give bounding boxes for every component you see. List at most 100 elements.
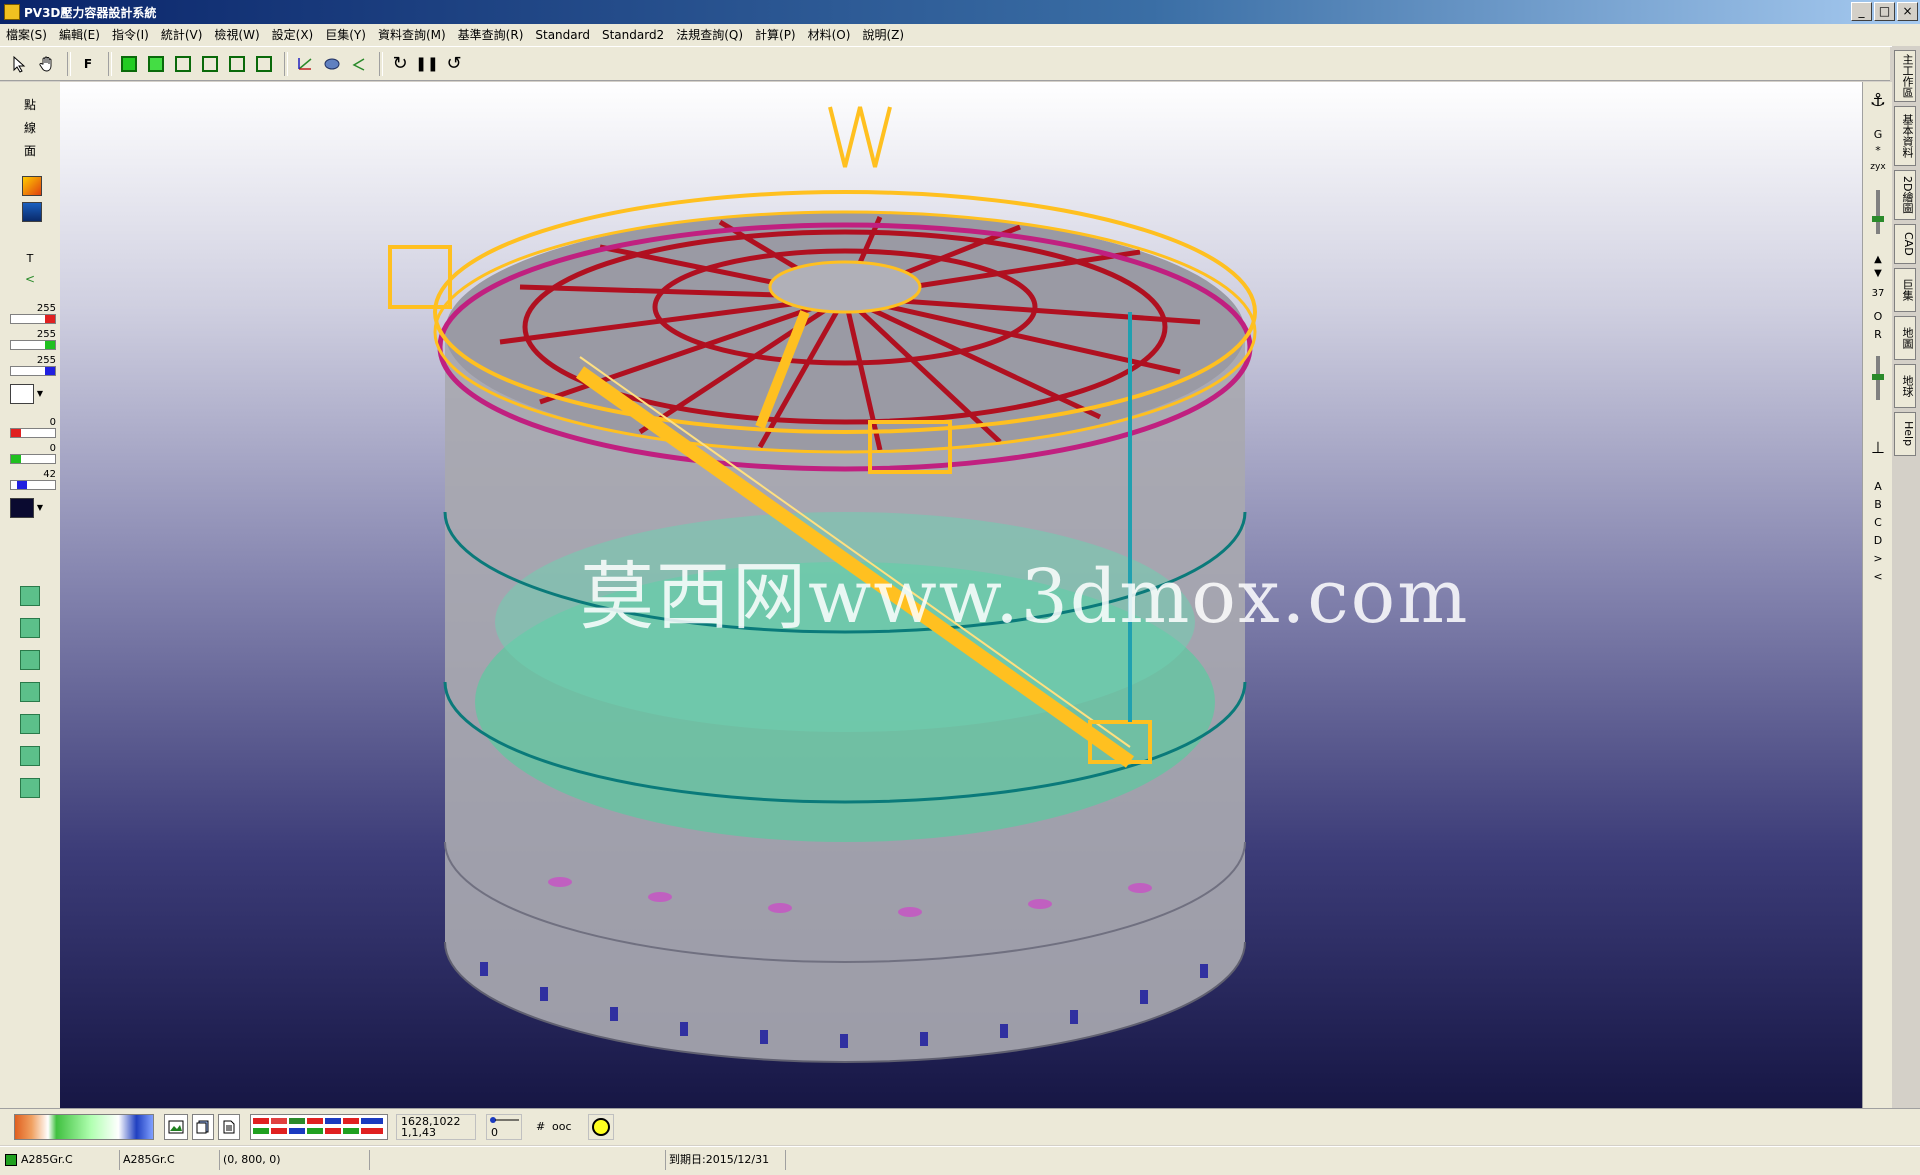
foreground-color-picker[interactable]: ▼: [10, 384, 56, 404]
angle-tool-icon[interactable]: <: [10, 272, 50, 286]
menu-file[interactable]: 檔案(S): [0, 24, 53, 46]
r-button[interactable]: R: [1863, 328, 1893, 341]
tab-cad[interactable]: CAD: [1894, 224, 1916, 264]
color-gradient-bar[interactable]: [14, 1114, 154, 1140]
face-mode-button[interactable]: 面: [10, 142, 50, 159]
side-view-icon[interactable]: [171, 52, 195, 76]
iso-view-icon[interactable]: [252, 52, 276, 76]
red-slider-top[interactable]: 255: [10, 304, 56, 324]
hash-button[interactable]: #: [536, 1121, 545, 1133]
menu-view[interactable]: 檢視(W): [208, 24, 265, 46]
tab-macro[interactable]: 巨集: [1894, 268, 1916, 312]
layer-toggle-5[interactable]: [20, 714, 40, 734]
menu-data-query[interactable]: 資料查詢(M): [372, 24, 452, 46]
3d-viewport[interactable]: 莫西网www.3dmox.com: [60, 82, 1862, 1110]
blue-slider-bottom[interactable]: 42: [10, 470, 56, 490]
next-view-button[interactable]: >: [1863, 552, 1893, 565]
tab-main-work[interactable]: 主工作區: [1894, 50, 1916, 102]
text-tool-button[interactable]: T: [10, 252, 50, 265]
pause-icon[interactable]: ❚❚: [415, 52, 439, 76]
green-slider-bottom[interactable]: 0: [10, 444, 56, 464]
menu-help[interactable]: 說明(Z): [856, 24, 910, 46]
light-bulb-icon[interactable]: [588, 1114, 614, 1140]
view-a-button[interactable]: A: [1863, 480, 1893, 493]
line-mode-button[interactable]: 線: [10, 119, 50, 136]
zoom-value: 37: [1871, 288, 1885, 299]
front-view-icon[interactable]: [144, 52, 168, 76]
layer-toggle-4[interactable]: [20, 682, 40, 702]
menu-code-query[interactable]: 法規查詢(Q): [670, 24, 749, 46]
layer-toggle-2[interactable]: [20, 618, 40, 638]
minimize-button[interactable]: _: [1851, 2, 1872, 21]
spin-down-icon[interactable]: ▼: [1863, 268, 1893, 279]
select-arrow-icon[interactable]: [8, 52, 32, 76]
menu-macro[interactable]: 巨集(Y): [319, 24, 372, 46]
background-color-picker[interactable]: ▼: [10, 498, 56, 518]
main-toolbar: F ↻ ❚❚ ↺: [0, 47, 1890, 81]
layer-toggle-3[interactable]: [20, 650, 40, 670]
line-width-value: 0: [491, 1126, 498, 1139]
blue-slider-top[interactable]: 255: [10, 356, 56, 376]
tab-help[interactable]: Help: [1894, 412, 1916, 456]
chevron-down-icon[interactable]: ▼: [34, 498, 46, 518]
restore-button[interactable]: □: [1874, 2, 1895, 21]
star-button[interactable]: *: [1863, 144, 1893, 157]
title-bar: PV3D壓力容器設計系統 _ □ ×: [0, 0, 1920, 24]
point-mode-button[interactable]: 點: [10, 96, 50, 113]
back-view-icon[interactable]: [225, 52, 249, 76]
xyz-axis-button[interactable]: zyx: [1863, 162, 1893, 172]
reset-icon[interactable]: ↺: [442, 52, 466, 76]
rotate-slider[interactable]: [1872, 356, 1884, 400]
menu-material[interactable]: 材料(O): [802, 24, 857, 46]
solid-view-icon[interactable]: [117, 52, 141, 76]
menu-calculate[interactable]: 計算(P): [749, 24, 802, 46]
red-slider-bottom[interactable]: 0: [10, 418, 56, 438]
zoom-slider[interactable]: [1872, 190, 1884, 234]
tab-basic-data[interactable]: 基本資料: [1894, 106, 1916, 166]
menu-edit[interactable]: 編輯(E): [53, 24, 106, 46]
ground-icon[interactable]: ⊥: [1863, 438, 1893, 457]
layer-toggle-1[interactable]: [20, 586, 40, 606]
rotate-icon[interactable]: ↻: [388, 52, 412, 76]
line-width-slider[interactable]: 0: [486, 1114, 522, 1140]
color-palette-strip[interactable]: [250, 1114, 388, 1140]
status-expiry-date: 到期日:2015/12/31: [666, 1150, 786, 1170]
menu-standard[interactable]: Standard: [529, 24, 596, 46]
top-platform: [768, 260, 922, 314]
grid-button[interactable]: G: [1863, 128, 1893, 141]
texture-icon[interactable]: [22, 176, 42, 196]
document-icon[interactable]: [218, 1114, 240, 1140]
shading-icon[interactable]: [320, 52, 344, 76]
prev-view-button[interactable]: <: [1863, 570, 1893, 583]
tab-globe[interactable]: 地球: [1894, 364, 1916, 408]
f-button[interactable]: F: [76, 52, 100, 76]
close-button[interactable]: ×: [1897, 2, 1918, 21]
layers-icon[interactable]: [192, 1114, 214, 1140]
chevron-down-icon[interactable]: ▼: [34, 384, 46, 404]
top-view-icon[interactable]: [198, 52, 222, 76]
menu-reference-query[interactable]: 基準查詢(R): [452, 24, 530, 46]
axis-icon[interactable]: [293, 52, 317, 76]
menu-standard2[interactable]: Standard2: [596, 24, 670, 46]
menu-statistics[interactable]: 統計(V): [155, 24, 209, 46]
menu-settings[interactable]: 設定(X): [266, 24, 320, 46]
green-slider-top[interactable]: 255: [10, 330, 56, 350]
angle-icon[interactable]: [347, 52, 371, 76]
tab-2d-drawing[interactable]: 2D繪圖: [1894, 170, 1916, 220]
o-button[interactable]: O: [1863, 310, 1893, 323]
menu-command[interactable]: 指令(I): [106, 24, 155, 46]
right-toolbar: ⚓ G * zyx ▲ ▼ 37 O R ⊥ A B C D > <: [1862, 82, 1893, 1108]
view-c-button[interactable]: C: [1863, 516, 1893, 529]
anchor-icon[interactable]: ⚓: [1863, 90, 1893, 111]
pan-hand-icon[interactable]: [35, 52, 59, 76]
left-toolbar: 點 線 面 T < 255 255 255 ▼ 0 0 42 ▼: [0, 82, 61, 1108]
ooc-button[interactable]: ooc: [552, 1121, 572, 1133]
tab-map[interactable]: 地圖: [1894, 316, 1916, 360]
background-color-icon[interactable]: [22, 202, 42, 222]
spin-up-icon[interactable]: ▲: [1863, 254, 1893, 265]
view-b-button[interactable]: B: [1863, 498, 1893, 511]
view-d-button[interactable]: D: [1863, 534, 1893, 547]
image-icon[interactable]: [164, 1114, 188, 1140]
layer-toggle-6[interactable]: [20, 746, 40, 766]
layer-toggle-7[interactable]: [20, 778, 40, 798]
